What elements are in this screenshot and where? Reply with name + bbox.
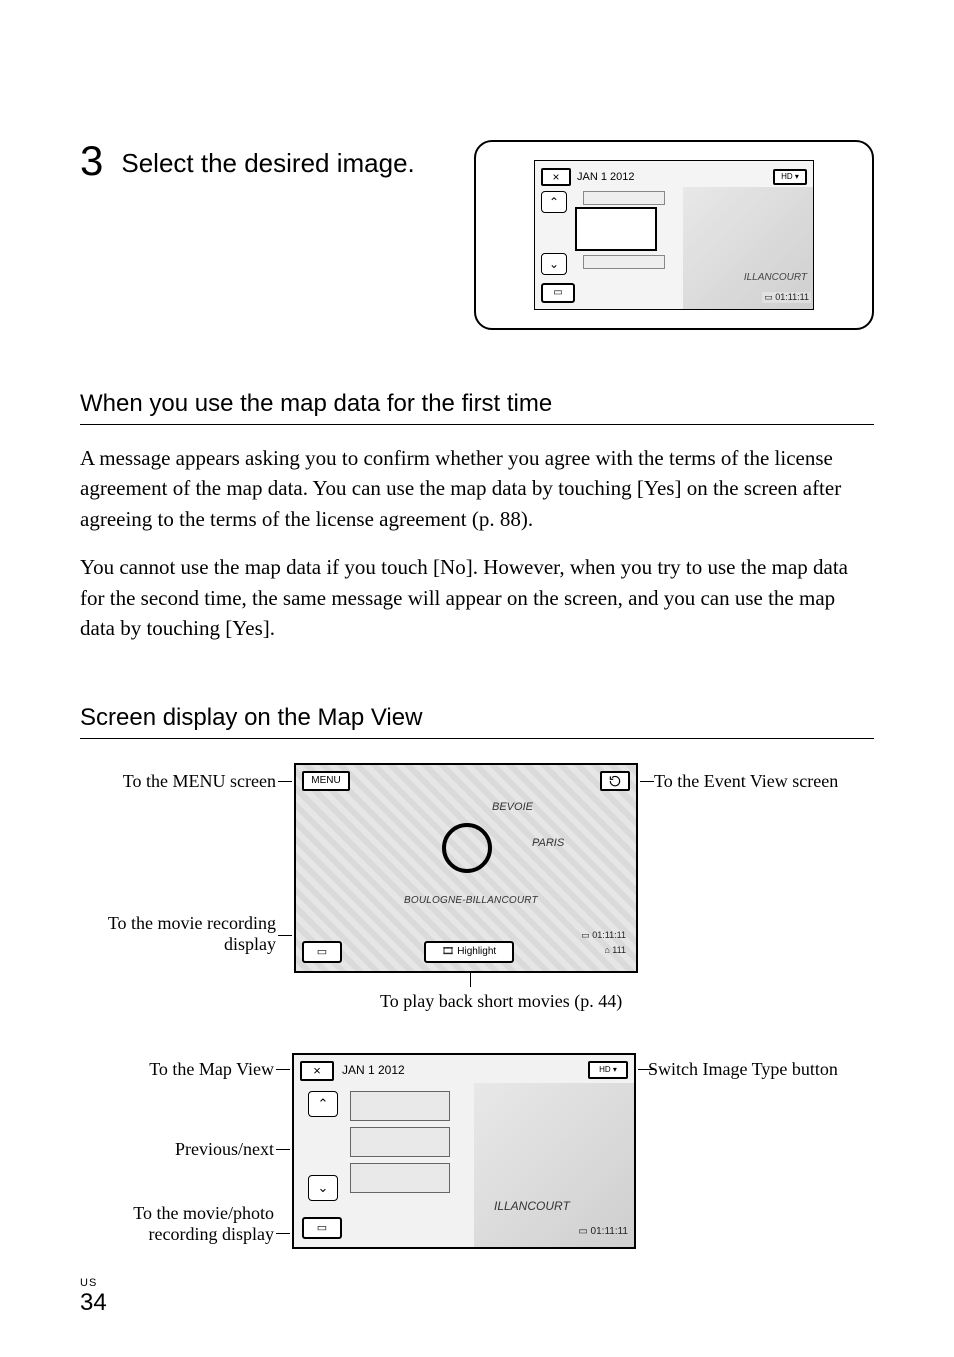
callout-line [276, 1149, 290, 1150]
step-number: 3 [80, 140, 103, 182]
record-button[interactable]: ▭ [302, 1217, 342, 1239]
record-button[interactable]: ▭ [302, 941, 342, 963]
callout-movie-recording: To the movie recording display [76, 913, 276, 955]
thumbnail[interactable] [350, 1091, 450, 1121]
thumbnail-view-screen: × JAN 1 2012 HD ▾ ⌃ ⌄ ▭ ILLANCOURT ▭ 01:… [292, 1053, 636, 1249]
refresh-icon [608, 774, 622, 788]
previous-button[interactable]: ⌃ [308, 1091, 338, 1117]
example-screen-frame: × JAN 1 2012 HD ▾ ⌃ ⌄ ▭ ILLANCOURT ▭ 01:… [474, 140, 874, 330]
highlight-button[interactable]: 🎞 Highlight [424, 941, 514, 963]
callout-line [640, 781, 654, 782]
map-view-screen: MENU BEVOIE PARIS BOULOGNE-BILLANCOURT ▭… [294, 763, 638, 973]
duration-label: ▭ 01:11:11 [762, 292, 811, 303]
body-paragraph: You cannot use the map data if you touch… [80, 552, 874, 643]
thumbnail-strip [350, 1091, 460, 1201]
callout-line [276, 1233, 290, 1234]
map-place-label: PARIS [532, 837, 564, 849]
screen-date: JAN 1 2012 [342, 1063, 405, 1077]
region-code: US [80, 1277, 107, 1289]
callout-line [278, 935, 292, 936]
switch-image-type-button[interactable]: HD ▾ [588, 1061, 628, 1079]
section-heading-first-time: When you use the map data for the first … [80, 390, 874, 425]
step-instruction: Select the desired image. [121, 148, 414, 179]
nav-column: ⌃ ⌄ [541, 191, 571, 275]
thumbnail-strip [575, 191, 665, 271]
section-heading-screen-display: Screen display on the Map View [80, 704, 874, 739]
next-button[interactable]: ⌄ [308, 1175, 338, 1201]
up-button[interactable]: ⌃ [541, 191, 567, 213]
close-button[interactable]: × [541, 168, 571, 186]
menu-button[interactable]: MENU [302, 771, 350, 791]
thumbnail[interactable] [350, 1163, 450, 1193]
location-marker [442, 823, 492, 873]
map-place-label: BOULOGNE-BILLANCOURT [404, 895, 538, 906]
event-view-button[interactable] [600, 771, 630, 791]
duration-label: ▭ 01:11:11 [578, 1226, 628, 1237]
photo-count-label: ⌂ 111 [604, 945, 626, 955]
close-button[interactable]: × [300, 1061, 334, 1081]
screen-date: JAN 1 2012 [577, 171, 634, 183]
page-footer: US 34 [80, 1277, 107, 1317]
thumbnail-view-diagram: To the Map View Previous/next To the mov… [80, 1053, 874, 1273]
map-place-label: ILLANCOURT [494, 1199, 570, 1213]
callout-line [278, 781, 292, 782]
callout-event-view: To the Event View screen [654, 771, 874, 792]
step-row: 3 Select the desired image. × JAN 1 2012… [80, 140, 874, 330]
map-preview: ILLANCOURT ▭ 01:11:11 [683, 187, 813, 309]
down-button[interactable]: ⌄ [541, 253, 567, 275]
callout-map-view: To the Map View [124, 1059, 274, 1080]
callout-line [276, 1069, 290, 1070]
thumbnail-selected[interactable] [575, 207, 657, 251]
thumbnail[interactable] [583, 255, 665, 269]
page: 3 Select the desired image. × JAN 1 2012… [0, 0, 954, 1357]
map-view-diagram: To the MENU screen To the movie recordin… [80, 763, 874, 1023]
callout-line [638, 1069, 654, 1070]
callout-playback-short-movies: To play back short movies (p. 44) [380, 991, 622, 1012]
callout-switch-image-type: Switch Image Type button [648, 1059, 878, 1080]
duration-label: ▭ 01:11:11 [581, 930, 626, 941]
page-number: 34 [80, 1289, 107, 1317]
map-preview: ILLANCOURT ▭ 01:11:11 [474, 1083, 634, 1247]
callout-menu-screen: To the MENU screen [96, 771, 276, 792]
example-screen: × JAN 1 2012 HD ▾ ⌃ ⌄ ▭ ILLANCOURT ▭ 01:… [534, 160, 814, 310]
body-paragraph: A message appears asking you to confirm … [80, 443, 874, 534]
callout-recording-display: To the movie/photo recording display [76, 1203, 274, 1245]
image-type-button[interactable]: HD ▾ [773, 169, 807, 185]
callout-previous-next: Previous/next [144, 1139, 274, 1160]
thumbnail[interactable] [583, 191, 665, 205]
map-place-label: ILLANCOURT [744, 272, 807, 283]
screen-topbar: × JAN 1 2012 HD ▾ [541, 167, 807, 187]
record-button[interactable]: ▭ [541, 283, 575, 303]
thumbnail[interactable] [350, 1127, 450, 1157]
callout-line [470, 973, 471, 987]
map-place-label: BEVOIE [492, 801, 533, 813]
